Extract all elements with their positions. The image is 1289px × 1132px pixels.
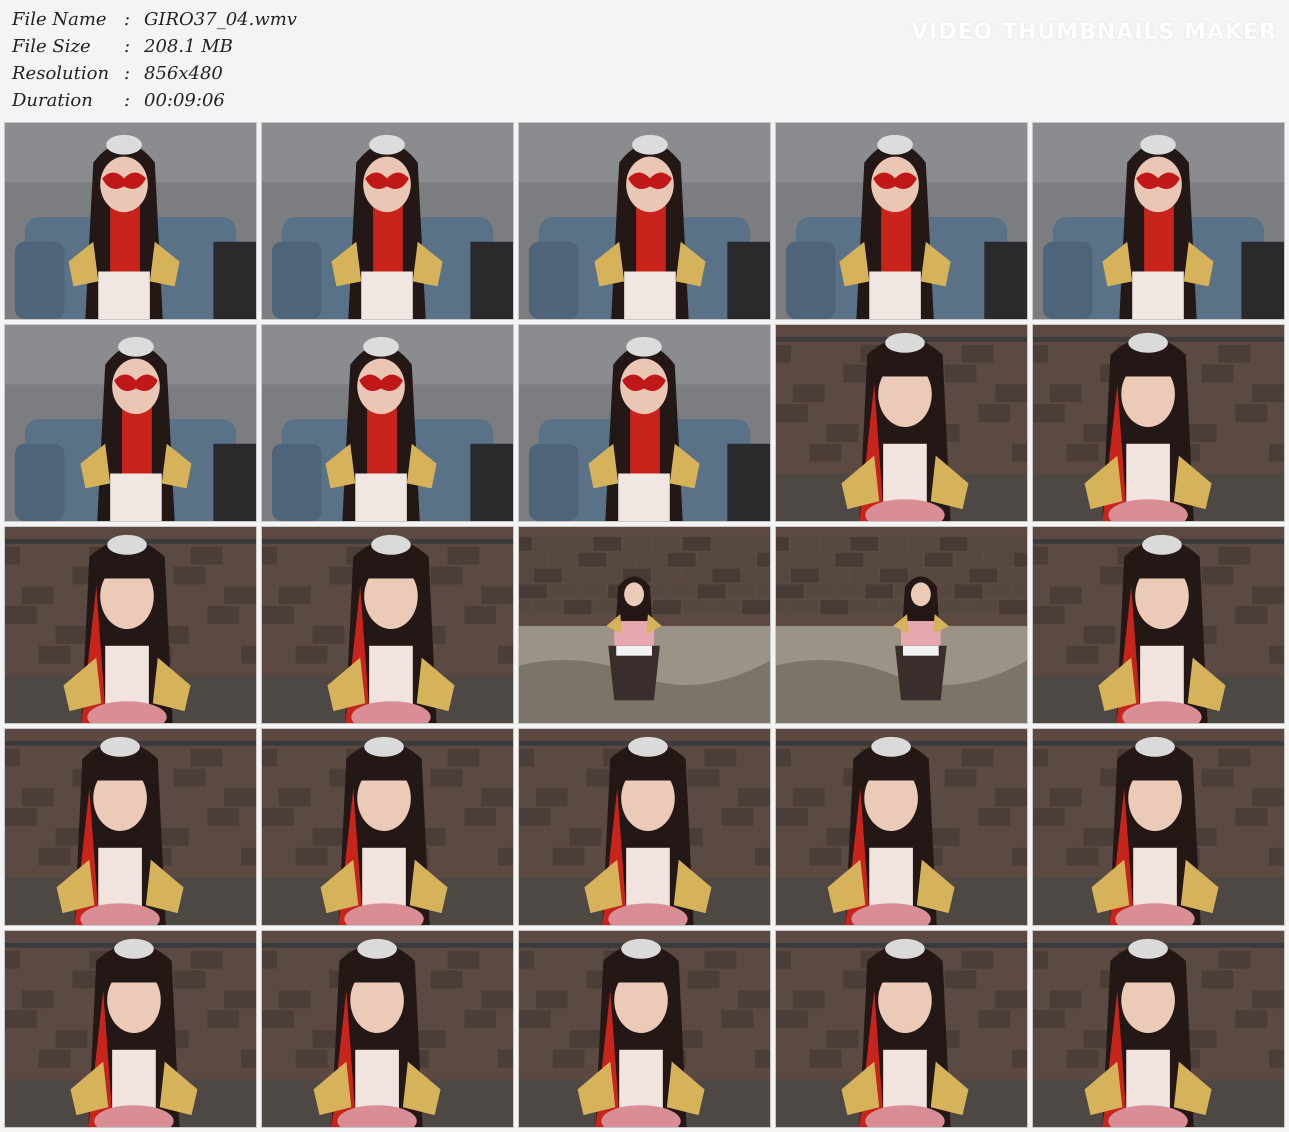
separator: : bbox=[124, 90, 131, 111]
file-size-row: File Size : 208.1 MB bbox=[12, 33, 297, 60]
video-frame-thumbnail bbox=[518, 122, 771, 320]
frame-image bbox=[776, 123, 1027, 319]
separator: : bbox=[124, 63, 131, 84]
thumbnail-grid bbox=[4, 122, 1285, 1128]
frame-image bbox=[5, 729, 256, 925]
file-size-label: File Size bbox=[12, 36, 91, 57]
frame-image bbox=[1033, 325, 1284, 521]
video-frame-thumbnail bbox=[4, 728, 257, 926]
video-frame-thumbnail bbox=[775, 930, 1028, 1128]
frame-image bbox=[1033, 729, 1284, 925]
file-name-label: File Name bbox=[12, 9, 107, 30]
video-frame-thumbnail bbox=[4, 526, 257, 724]
video-frame-thumbnail bbox=[1032, 930, 1285, 1128]
frame-image bbox=[5, 325, 256, 521]
frame-image bbox=[1033, 527, 1284, 723]
separator: : bbox=[124, 36, 131, 57]
video-frame-thumbnail bbox=[1032, 324, 1285, 522]
video-frame-thumbnail bbox=[518, 526, 771, 724]
resolution-value: 856x480 bbox=[144, 63, 223, 84]
frame-image bbox=[1033, 931, 1284, 1127]
file-name-value: GIRO37_04.wmv bbox=[144, 9, 297, 30]
frame-image bbox=[519, 325, 770, 521]
frame-image bbox=[262, 325, 513, 521]
video-frame-thumbnail bbox=[518, 324, 771, 522]
video-frame-thumbnail bbox=[775, 728, 1028, 926]
video-frame-thumbnail bbox=[261, 930, 514, 1128]
file-info-panel: File Name : GIRO37_04.wmv File Size : 20… bbox=[12, 6, 297, 114]
frame-image bbox=[1033, 123, 1284, 319]
video-frame-thumbnail bbox=[775, 526, 1028, 724]
video-frame-thumbnail bbox=[4, 122, 257, 320]
frame-image bbox=[519, 931, 770, 1127]
frame-image bbox=[5, 931, 256, 1127]
video-frame-thumbnail bbox=[1032, 728, 1285, 926]
video-frame-thumbnail bbox=[261, 324, 514, 522]
frame-image bbox=[776, 325, 1027, 521]
duration-value: 00:09:06 bbox=[144, 90, 225, 111]
video-frame-thumbnail bbox=[4, 324, 257, 522]
video-frame-thumbnail bbox=[518, 728, 771, 926]
duration-label: Duration bbox=[12, 90, 93, 111]
frame-image bbox=[262, 729, 513, 925]
frame-image bbox=[776, 527, 1027, 723]
frame-image bbox=[776, 931, 1027, 1127]
frame-image bbox=[776, 729, 1027, 925]
file-name-row: File Name : GIRO37_04.wmv bbox=[12, 6, 297, 33]
watermark-logo: VIDEO THUMBNAILS MAKER bbox=[911, 20, 1277, 45]
frame-image bbox=[5, 527, 256, 723]
resolution-label: Resolution bbox=[12, 63, 110, 84]
video-frame-thumbnail bbox=[4, 930, 257, 1128]
video-frame-thumbnail bbox=[1032, 122, 1285, 320]
separator: : bbox=[124, 9, 131, 30]
frame-image bbox=[519, 123, 770, 319]
frame-image bbox=[262, 527, 513, 723]
video-frame-thumbnail bbox=[261, 526, 514, 724]
video-frame-thumbnail bbox=[261, 728, 514, 926]
frame-image bbox=[519, 729, 770, 925]
video-frame-thumbnail bbox=[775, 324, 1028, 522]
resolution-row: Resolution : 856x480 bbox=[12, 60, 297, 87]
frame-image bbox=[262, 931, 513, 1127]
video-frame-thumbnail bbox=[261, 122, 514, 320]
video-frame-thumbnail bbox=[775, 122, 1028, 320]
duration-row: Duration : 00:09:06 bbox=[12, 87, 297, 114]
file-size-value: 208.1 MB bbox=[144, 36, 233, 57]
frame-image bbox=[519, 527, 770, 723]
video-frame-thumbnail bbox=[518, 930, 771, 1128]
video-frame-thumbnail bbox=[1032, 526, 1285, 724]
frame-image bbox=[5, 123, 256, 319]
frame-image bbox=[262, 123, 513, 319]
